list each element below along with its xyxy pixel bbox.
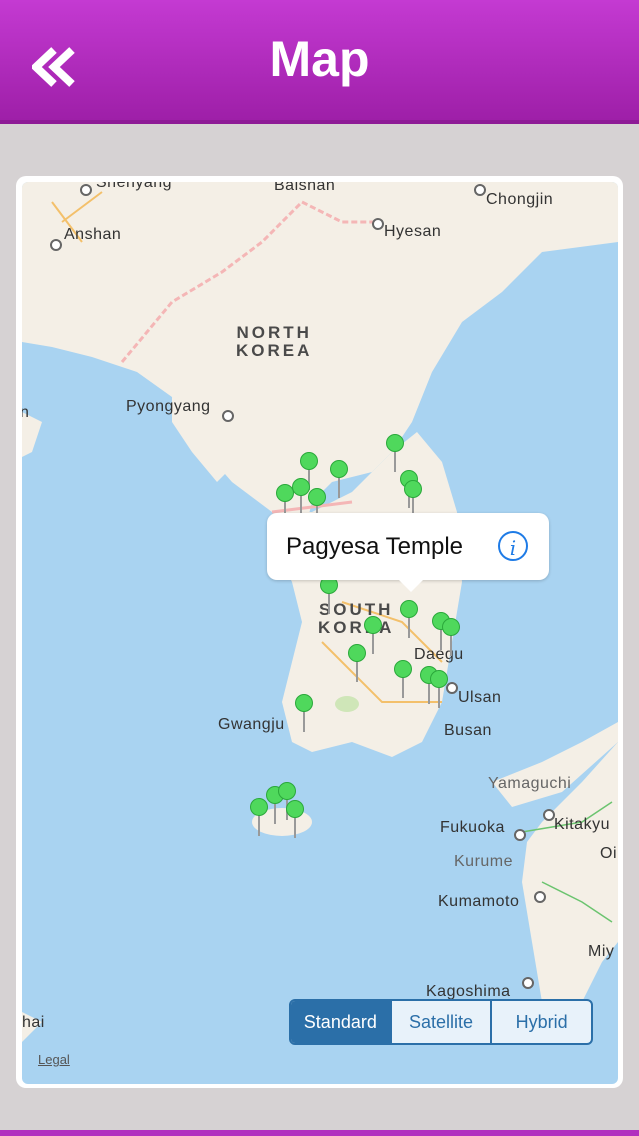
city-marker xyxy=(522,977,534,989)
map-pin[interactable] xyxy=(330,460,348,498)
city-label-yamaguchi: Yamaguchi xyxy=(488,775,572,792)
city-marker xyxy=(446,682,458,694)
map-type-hybrid[interactable]: Hybrid xyxy=(490,1001,591,1043)
city-label-baishan: Baishan xyxy=(274,182,336,194)
map-callout[interactable]: Pagyesa Temple i xyxy=(267,513,549,592)
city-marker xyxy=(514,829,526,841)
info-icon[interactable]: i xyxy=(498,531,528,561)
map-type-satellite[interactable]: Satellite xyxy=(389,1001,491,1043)
city-label-chongjin: Chongjin xyxy=(486,191,554,208)
map-pin[interactable] xyxy=(386,434,404,472)
map-type-segmented-control[interactable]: Standard Satellite Hybrid xyxy=(289,999,593,1045)
city-marker xyxy=(50,239,62,251)
city-label-kumamoto: Kumamoto xyxy=(438,893,520,910)
city-marker xyxy=(534,891,546,903)
map-pin[interactable] xyxy=(320,576,338,614)
city-label-shenyang: Shenyang xyxy=(96,182,173,191)
map-pin[interactable] xyxy=(295,694,313,732)
map-pin[interactable] xyxy=(266,786,284,824)
city-label-pyongyang: Pyongyang xyxy=(126,398,211,415)
city-label-kurume: Kurume xyxy=(454,853,514,870)
map-pin[interactable] xyxy=(250,798,268,836)
map-pin[interactable] xyxy=(348,644,366,682)
map-pin[interactable] xyxy=(394,660,412,698)
city-label-oi: Oi xyxy=(600,845,617,862)
callout-title: Pagyesa Temple xyxy=(286,533,463,560)
city-marker xyxy=(474,184,486,196)
map-pin[interactable] xyxy=(400,600,418,638)
city-label-hyesan: Hyesan xyxy=(384,223,442,240)
map-pin[interactable] xyxy=(292,478,310,516)
map-type-standard[interactable]: Standard xyxy=(291,1001,390,1043)
map-pin[interactable] xyxy=(430,670,448,708)
navigation-bar: Map xyxy=(0,0,639,124)
city-label-anshan: Anshan xyxy=(64,226,122,243)
map-pin[interactable] xyxy=(364,616,382,654)
bottom-bar xyxy=(0,1130,639,1136)
city-label-fukuoka: Fukuoka xyxy=(440,819,505,836)
legal-link[interactable]: Legal xyxy=(38,1052,70,1067)
city-label-ulsan: Ulsan xyxy=(458,689,502,706)
page-title: Map xyxy=(269,31,370,87)
city-marker xyxy=(80,184,92,196)
city-label-busan: Busan xyxy=(444,722,492,739)
map-view[interactable]: Shenyang Baishan Chongjin Anshan Hyesan … xyxy=(22,182,618,1084)
map-pin[interactable] xyxy=(442,618,460,656)
city-label-miy: Miy xyxy=(588,943,615,960)
city-marker xyxy=(372,218,384,230)
city-label-daegu: Daegu xyxy=(414,646,464,663)
capital-marker xyxy=(222,410,234,422)
map-pin[interactable] xyxy=(286,800,304,838)
city-label-gwangju: Gwangju xyxy=(218,716,285,733)
country-label-north-korea: NORTH KOREA xyxy=(236,323,313,360)
city-label-kitakyu: Kitakyu xyxy=(554,816,610,833)
edge-label: hai xyxy=(22,1014,45,1031)
edge-label: n xyxy=(22,404,30,421)
